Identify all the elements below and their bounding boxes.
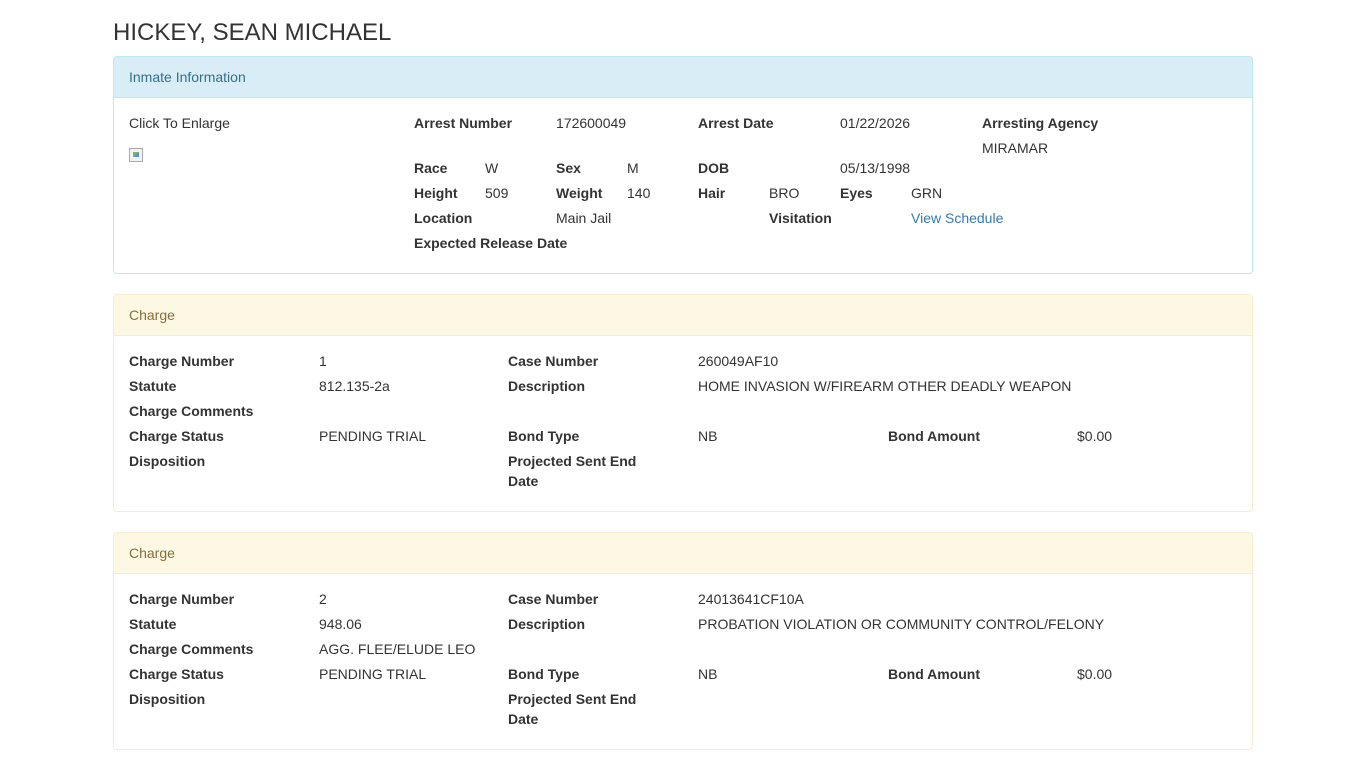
visitation-label: Visitation	[769, 210, 832, 226]
bond-type-label: Bond Type	[508, 666, 580, 682]
photo-enlarge-label[interactable]: Click To Enlarge	[129, 113, 230, 133]
bond-amount-value: $0.00	[1077, 666, 1113, 682]
hair-label: Hair	[698, 185, 726, 201]
location-label: Location	[414, 210, 473, 226]
projected-sent-end-date-label: Projected Sent End Date	[508, 453, 637, 489]
charge-status-label: Charge Status	[129, 666, 224, 682]
sex-value: M	[627, 160, 639, 176]
arrest-number-value: 172600049	[556, 115, 627, 131]
statute-label: Statute	[129, 378, 177, 394]
inmate-info-heading: Inmate Information	[114, 57, 1252, 98]
charge-status-value: PENDING TRIAL	[319, 428, 427, 444]
dob-value: 05/13/1998	[840, 160, 911, 176]
bond-type-value: NB	[698, 666, 718, 682]
bond-type-label: Bond Type	[508, 428, 580, 444]
case-number-label: Case Number	[508, 353, 599, 369]
bond-amount-label: Bond Amount	[888, 428, 981, 444]
arresting-agency-label: Arresting Agency	[982, 115, 1099, 131]
charge-number-label: Charge Number	[129, 353, 235, 369]
charge-comments-label: Charge Comments	[129, 403, 254, 419]
height-value: 509	[485, 185, 509, 201]
description-label: Description	[508, 378, 586, 394]
charge-comments-label: Charge Comments	[129, 641, 254, 657]
projected-sent-end-date-label: Projected Sent End Date	[508, 691, 637, 727]
description-value: HOME INVASION W/FIREARM OTHER DEADLY WEA…	[698, 378, 1072, 394]
charge-status-label: Charge Status	[129, 428, 224, 444]
charge-number-value: 1	[319, 353, 327, 369]
page-title: HICKEY, SEAN MICHAEL	[113, 19, 392, 46]
charge-heading: Charge	[114, 295, 1252, 336]
bond-type-value: NB	[698, 428, 718, 444]
statute-label: Statute	[129, 616, 177, 632]
case-number-value: 260049AF10	[698, 353, 779, 369]
charge-panel: Charge Charge Number 2 Case Number 24013…	[113, 532, 1253, 750]
charge-number-label: Charge Number	[129, 591, 235, 607]
case-number-label: Case Number	[508, 591, 599, 607]
dob-label: DOB	[698, 160, 730, 176]
race-value: W	[485, 160, 499, 176]
charge-heading: Charge	[114, 533, 1252, 574]
arrest-date-value: 01/22/2026	[840, 115, 911, 131]
bond-amount-label: Bond Amount	[888, 666, 981, 682]
statute-value: 948.06	[319, 616, 362, 632]
arrest-date-label: Arrest Date	[698, 115, 774, 131]
statute-value: 812.135-2a	[319, 378, 390, 394]
height-label: Height	[414, 185, 458, 201]
race-label: Race	[414, 160, 448, 176]
expected-release-label: Expected Release Date	[414, 235, 568, 251]
description-value: PROBATION VIOLATION OR COMMUNITY CONTROL…	[698, 616, 1105, 632]
disposition-label: Disposition	[129, 453, 206, 469]
charge-panel: Charge Charge Number 1 Case Number 26004…	[113, 294, 1253, 512]
disposition-label: Disposition	[129, 691, 206, 707]
weight-label: Weight	[556, 185, 603, 201]
case-number-value: 24013641CF10A	[698, 591, 804, 607]
hair-value: BRO	[769, 185, 800, 201]
sex-label: Sex	[556, 160, 581, 176]
arresting-agency-value: MIRAMAR	[982, 140, 1049, 156]
charge-comments-value: AGG. FLEE/ELUDE LEO	[319, 641, 476, 657]
eyes-value: GRN	[911, 185, 943, 201]
view-schedule-link[interactable]: View Schedule	[911, 208, 1003, 228]
mugshot-image-icon[interactable]	[129, 148, 143, 162]
arrest-number-label: Arrest Number	[414, 115, 513, 131]
charge-number-value: 2	[319, 591, 327, 607]
location-value: Main Jail	[556, 210, 612, 226]
eyes-label: Eyes	[840, 185, 873, 201]
charge-status-value: PENDING TRIAL	[319, 666, 427, 682]
description-label: Description	[508, 616, 586, 632]
weight-value: 140	[627, 185, 651, 201]
bond-amount-value: $0.00	[1077, 428, 1113, 444]
inmate-info-panel: Inmate Information Click To Enlarge Arre…	[113, 56, 1253, 274]
